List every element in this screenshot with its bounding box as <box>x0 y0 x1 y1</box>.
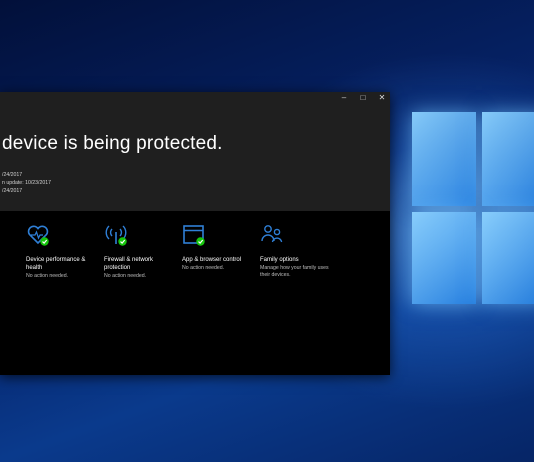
logo-pane <box>482 112 534 206</box>
tile-status: No action needed. <box>104 273 147 279</box>
scan-date: /24/2017 <box>2 172 23 178</box>
heart-health-icon <box>27 225 49 246</box>
logo-pane <box>412 112 476 206</box>
tile-title: App & browser control <box>182 257 242 263</box>
tile-title: Device performance & health <box>26 257 86 271</box>
protection-summary: device is being protected. /24/2017 n up… <box>0 104 390 211</box>
tile-title: Family options <box>260 257 299 263</box>
security-center-window: – □ ✕ device is being protected. /24/201… <box>0 92 390 375</box>
tile-title: Firewall & network protection <box>104 257 154 271</box>
family-icon <box>261 225 283 243</box>
windows-logo <box>412 112 534 312</box>
browser-window-icon <box>183 225 205 246</box>
logo-pane <box>412 212 476 304</box>
tile-status: No action needed. <box>26 273 69 279</box>
close-button[interactable]: ✕ <box>373 92 391 104</box>
last-check-date: /24/2017 <box>2 188 23 194</box>
minimize-button[interactable]: – <box>335 92 353 104</box>
definition-update: n update: 10/23/2017 <box>2 180 52 186</box>
logo-pane <box>482 212 534 304</box>
title-bar[interactable]: – □ ✕ <box>0 92 390 104</box>
tile-status: No action needed. <box>182 265 225 271</box>
page-title: device is being protected. <box>2 133 223 154</box>
tile-status: Manage how your family uses their device… <box>260 265 329 278</box>
maximize-button[interactable]: □ <box>354 92 372 104</box>
wifi-antenna-icon <box>105 225 127 246</box>
